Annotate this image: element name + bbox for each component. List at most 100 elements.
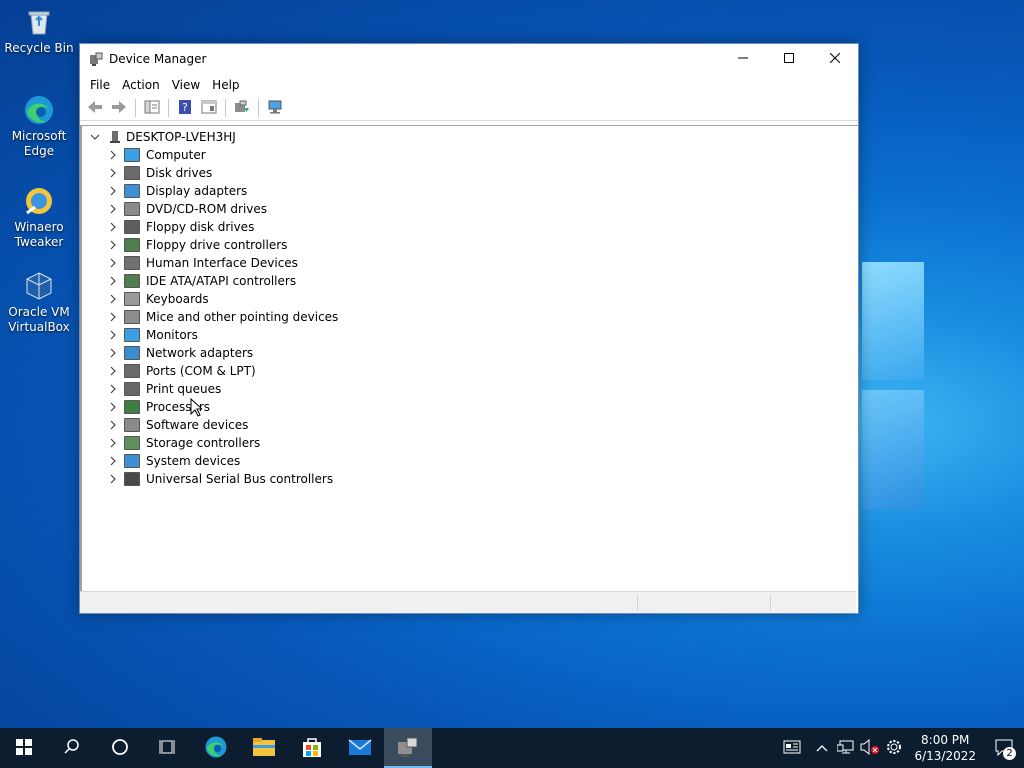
- close-icon: [829, 52, 841, 66]
- mail-icon: [348, 738, 372, 759]
- tree-category[interactable]: Disk drives: [106, 164, 212, 182]
- tree-category[interactable]: Storage controllers: [106, 434, 260, 452]
- tree-category[interactable]: Monitors: [106, 326, 198, 344]
- chevron-right-icon[interactable]: [106, 472, 120, 486]
- taskbar-edge-button[interactable]: [192, 728, 240, 768]
- status-bar-divider: [637, 595, 638, 610]
- chevron-right-icon[interactable]: [106, 238, 120, 252]
- clock-time: 8:00 PM: [921, 733, 970, 747]
- scan-hardware-changes-button[interactable]: [264, 98, 286, 118]
- clock[interactable]: 8:00 PM 6/13/2022: [906, 732, 984, 764]
- tree-category-label: Keyboards: [146, 292, 209, 306]
- title-bar[interactable]: Device Manager: [80, 44, 858, 74]
- cortana-button[interactable]: [96, 728, 144, 768]
- minimize-button[interactable]: [720, 44, 766, 74]
- tree-category[interactable]: Network adapters: [106, 344, 253, 362]
- menu-help[interactable]: Help: [206, 78, 245, 92]
- taskbar-store-button[interactable]: [288, 728, 336, 768]
- tree-category-label: Ports (COM & LPT): [146, 364, 256, 378]
- winaero-tweaker-icon: [23, 185, 55, 217]
- chevron-right-icon[interactable]: [106, 436, 120, 450]
- tree-category-label: Print queues: [146, 382, 222, 396]
- chevron-right-icon[interactable]: [106, 274, 120, 288]
- chevron-right-icon[interactable]: [106, 454, 120, 468]
- chevron-right-icon[interactable]: [106, 400, 120, 414]
- tree-category[interactable]: Floppy drive controllers: [106, 236, 287, 254]
- desktop-icon-winaero-tweaker[interactable]: Winaero Tweaker: [1, 185, 77, 250]
- task-view-icon: [159, 738, 177, 759]
- back-button[interactable]: [84, 98, 106, 118]
- news-button[interactable]: [774, 728, 810, 768]
- desktop-icon-recycle-bin[interactable]: Recycle Bin: [1, 6, 77, 56]
- properties-button[interactable]: [198, 98, 220, 118]
- settings-button[interactable]: [882, 728, 906, 768]
- tree-category[interactable]: DVD/CD-ROM drives: [106, 200, 267, 218]
- chevron-right-icon[interactable]: [106, 202, 120, 216]
- task-view-button[interactable]: [144, 728, 192, 768]
- search-button[interactable]: [48, 728, 96, 768]
- show-hidden-icons-button[interactable]: [810, 728, 834, 768]
- chevron-right-icon[interactable]: [106, 418, 120, 432]
- tree-category[interactable]: Floppy disk drives: [106, 218, 254, 236]
- printer-icon: [124, 382, 140, 396]
- clock-date: 6/13/2022: [914, 749, 976, 763]
- help-button[interactable]: ?: [174, 98, 196, 118]
- volume-muted-icon: [860, 738, 880, 758]
- chevron-right-icon[interactable]: [106, 256, 120, 270]
- update-driver-button[interactable]: [231, 98, 253, 118]
- maximize-button[interactable]: [766, 44, 812, 74]
- network-button[interactable]: [834, 728, 858, 768]
- disk-drive-icon: [124, 166, 140, 180]
- desktop-icon-microsoft-edge[interactable]: Microsoft Edge: [1, 94, 77, 159]
- settings-gear-icon: [885, 738, 903, 759]
- taskbar-mail-button[interactable]: [336, 728, 384, 768]
- desktop-icon-label: VirtualBox: [8, 320, 70, 334]
- chevron-right-icon[interactable]: [106, 148, 120, 162]
- status-bar-divider: [770, 595, 771, 610]
- taskbar-file-explorer-button[interactable]: [240, 728, 288, 768]
- menu-view[interactable]: View: [166, 78, 206, 92]
- forward-button[interactable]: [108, 98, 130, 118]
- floppy-controller-icon: [124, 238, 140, 252]
- taskbar-device-manager-button[interactable]: [384, 728, 432, 768]
- tree-category[interactable]: Software devices: [106, 416, 248, 434]
- desktop-icon-oracle-vm-virtualbox[interactable]: Oracle VM VirtualBox: [1, 270, 77, 335]
- tree-category[interactable]: Print queues: [106, 380, 221, 398]
- chevron-right-icon[interactable]: [106, 310, 120, 324]
- chevron-right-icon[interactable]: [106, 346, 120, 360]
- close-button[interactable]: [812, 44, 858, 74]
- tree-category[interactable]: Ports (COM & LPT): [106, 362, 256, 380]
- usb-icon: [124, 472, 140, 486]
- tree-category[interactable]: System devices: [106, 452, 240, 470]
- start-button[interactable]: [0, 728, 48, 768]
- mouse-cursor-icon: [190, 397, 204, 420]
- chevron-right-icon[interactable]: [106, 184, 120, 198]
- chevron-right-icon[interactable]: [106, 364, 120, 378]
- tree-category[interactable]: Computer: [106, 146, 206, 164]
- edge-icon: [23, 94, 55, 126]
- chevron-right-icon[interactable]: [106, 220, 120, 234]
- tree-category[interactable]: Mice and other pointing devices: [106, 308, 338, 326]
- menu-file[interactable]: File: [84, 78, 116, 92]
- tree-category-label: DVD/CD-ROM drives: [146, 202, 268, 216]
- store-icon: [301, 736, 323, 761]
- tree-root[interactable]: DESKTOP-LVEH3HJ: [88, 128, 236, 146]
- chevron-right-icon[interactable]: [106, 382, 120, 396]
- tree-category[interactable]: Display adapters: [106, 182, 247, 200]
- tree-category[interactable]: Universal Serial Bus controllers: [106, 470, 333, 488]
- menu-action[interactable]: Action: [116, 78, 166, 92]
- news-icon: [783, 739, 801, 758]
- tree-category[interactable]: Keyboards: [106, 290, 209, 308]
- status-bar: [80, 591, 856, 613]
- chevron-down-icon[interactable]: [88, 130, 102, 144]
- action-center-button[interactable]: 2: [984, 728, 1024, 768]
- show-hide-console-tree-button[interactable]: [141, 98, 163, 118]
- chevron-right-icon[interactable]: [106, 166, 120, 180]
- tree-category[interactable]: Human Interface Devices: [106, 254, 298, 272]
- chevron-right-icon[interactable]: [106, 292, 120, 306]
- tree-category[interactable]: IDE ATA/ATAPI controllers: [106, 272, 296, 290]
- volume-button[interactable]: [858, 728, 882, 768]
- device-tree: DESKTOP-LVEH3HJ Computer Disk drives Displ…: [80, 125, 858, 591]
- tree-category-label: Floppy disk drives: [146, 220, 255, 234]
- chevron-right-icon[interactable]: [106, 328, 120, 342]
